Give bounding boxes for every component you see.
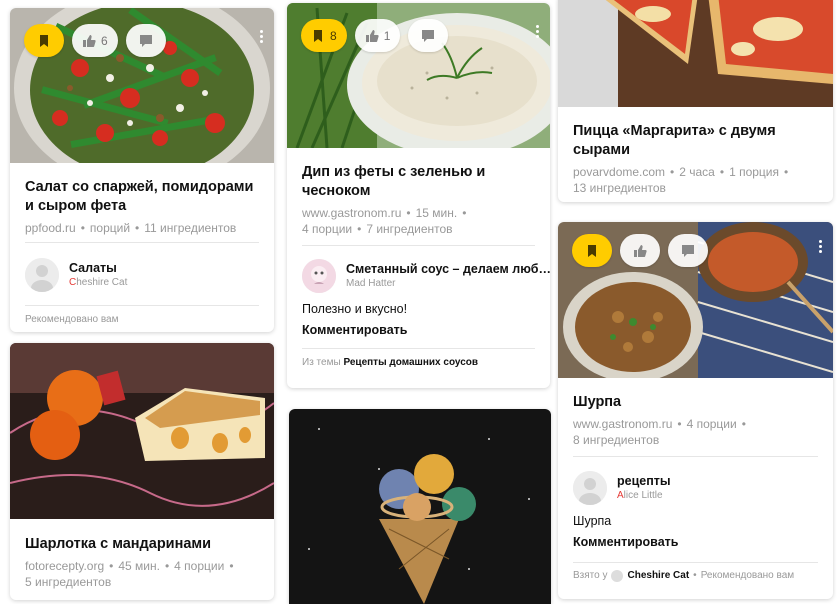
- like-count: 1: [383, 28, 391, 43]
- recipe-meta: ppfood.ru • порций • 11 ингредиентов: [25, 221, 237, 235]
- divider: [573, 456, 818, 457]
- channel-owner: Cheshire Cat: [69, 277, 128, 288]
- comment-icon: [682, 244, 694, 257]
- thumbs-up-icon: [365, 29, 379, 42]
- post-note: Полезно и вкусно!: [302, 302, 408, 316]
- art-photo: [289, 409, 551, 604]
- channel-owner: Alice Little: [617, 490, 663, 501]
- topic-line: Из темы Рецепты домашних соусов: [302, 357, 479, 368]
- save-button[interactable]: 8: [301, 19, 347, 52]
- bookmark-icon: [314, 29, 322, 42]
- recipe-title[interactable]: Шарлотка с мандаринами: [25, 535, 259, 554]
- thumbs-up-icon: [634, 244, 647, 257]
- comment-button[interactable]: [408, 19, 449, 52]
- channel-author[interactable]: Сметанный соус – делаем люб… Mad Hatter: [302, 259, 550, 293]
- comment-link[interactable]: Комментировать: [302, 321, 535, 339]
- pizza-photo: [558, 0, 833, 107]
- like-button[interactable]: 6: [72, 24, 118, 57]
- taken-from-line: Взято у Cheshire Cat • Рекомендовано вам: [573, 569, 795, 583]
- more-dots-icon[interactable]: [819, 240, 823, 254]
- avatar: [611, 570, 624, 582]
- like-count: 6: [101, 33, 108, 48]
- more-dots-icon[interactable]: [536, 25, 540, 39]
- save-button[interactable]: [24, 24, 64, 57]
- recipe-title[interactable]: Пицца «Маргарита» с двумя сырами: [573, 122, 818, 160]
- avatar: [25, 258, 59, 292]
- thumbs-up-icon: [83, 34, 96, 47]
- avatar: [573, 471, 607, 505]
- divider: [302, 348, 535, 349]
- card-charlotte[interactable]: Шарлотка с мандаринами fotorecepty.org • 4…: [10, 343, 274, 600]
- more-dots-icon[interactable]: [260, 30, 264, 44]
- comment-icon: [422, 29, 435, 42]
- comment-link[interactable]: Комментировать: [573, 533, 818, 551]
- like-button[interactable]: [620, 234, 660, 267]
- topic-link[interactable]: Рецепты домашних соусов: [343, 357, 478, 368]
- channel-name[interactable]: Салаты: [69, 260, 127, 276]
- card-pizza[interactable]: Пицца «Маргарита» с двумя сырами povarvd…: [558, 0, 833, 202]
- recommended-label: Рекомендовано вам: [25, 314, 119, 325]
- charlotte-photo: [10, 343, 274, 519]
- taken-from-link[interactable]: Cheshire Cat: [627, 569, 689, 583]
- channel-author[interactable]: Салаты Cheshire Cat: [25, 258, 259, 292]
- comment-button[interactable]: [668, 234, 708, 267]
- bookmark-icon: [40, 34, 48, 47]
- comment-icon: [139, 34, 152, 47]
- divider: [25, 305, 259, 306]
- bookmark-icon: [588, 244, 596, 257]
- channel-name[interactable]: рецепты: [617, 473, 671, 489]
- recipe-meta: www.gastronom.ru • 4 порции • 8 ингредиентов: [573, 417, 746, 447]
- divider: [573, 562, 818, 563]
- recipe-meta: povarvdome.com • 2 часа • 1 порция • 13 ингред…: [573, 165, 789, 195]
- recipe-meta: fotorecepty.org • 45 мин. • 4 порции • 5 ингре…: [25, 559, 234, 589]
- channel-owner: Mad Hatter: [346, 278, 396, 289]
- recipe-title[interactable]: Шурпа: [573, 393, 818, 412]
- card-dip[interactable]: 8 1 Дип из феты с зеленью и чесноком www…: [287, 3, 550, 388]
- divider: [25, 242, 259, 243]
- divider: [302, 245, 535, 246]
- comment-button[interactable]: [125, 24, 166, 57]
- recipe-meta: www.gastronom.ru • 15 мин. • 4 порции • 7 ингр…: [302, 206, 467, 236]
- card-art[interactable]: [289, 409, 551, 604]
- card-salad[interactable]: 6 Салат со спаржей, помидорами и сыром ф…: [10, 8, 274, 332]
- card-shurpa[interactable]: Шурпа www.gastronom.ru • 4 порции • 8 ингред…: [558, 222, 833, 599]
- recipe-title[interactable]: Салат со спаржей, помидорами и сыром фет…: [25, 178, 259, 216]
- save-button[interactable]: [572, 234, 612, 267]
- save-count: 8: [330, 28, 337, 43]
- recipe-title[interactable]: Дип из феты с зеленью и чесноком: [302, 163, 535, 201]
- post-note: Шурпа: [573, 514, 612, 528]
- like-button[interactable]: 1: [354, 19, 401, 52]
- channel-name[interactable]: Сметанный соус – делаем люб…: [346, 261, 550, 277]
- avatar: [302, 259, 336, 293]
- channel-author[interactable]: рецепты Alice Little: [573, 471, 818, 505]
